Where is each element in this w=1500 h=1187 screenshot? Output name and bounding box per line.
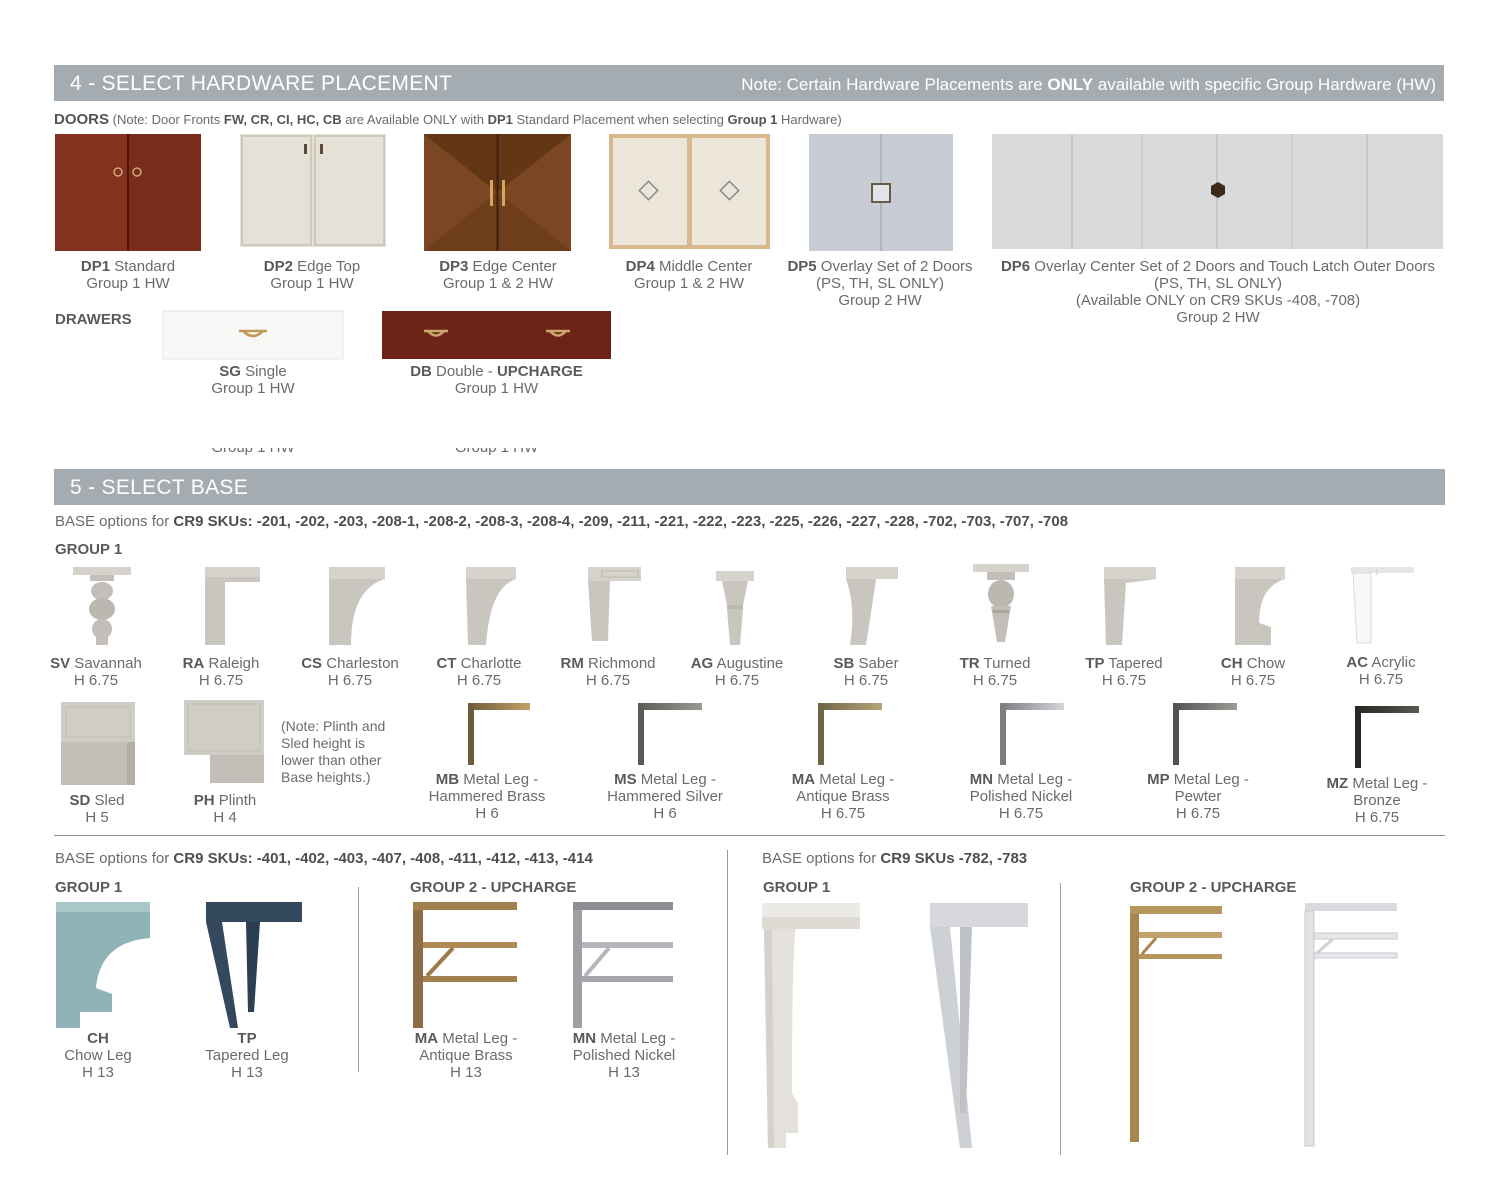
leg-label-sd: SD Sled H 5 <box>69 792 125 826</box>
doors-heading-line: DOORS (Note: Door Fronts FW, CR, CI, HC,… <box>54 111 842 128</box>
metal-leg-image-mp[interactable] <box>1173 703 1237 765</box>
base-options-3-line: BASE options for CR9 SKUs -782, -783 <box>762 850 1028 867</box>
leg-image-ct[interactable] <box>466 567 516 645</box>
leg-image-tapered-13[interactable] <box>206 902 302 1028</box>
leg-image-large-brass[interactable] <box>1130 906 1222 1142</box>
leg-label-tp: TP Tapered H 6.75 <box>1085 655 1163 689</box>
door-label-dp4: DP4 Middle Center Group 1 & 2 HW <box>625 258 753 292</box>
leg-image-ph[interactable] <box>184 700 264 783</box>
leg-image-ra[interactable] <box>205 567 260 645</box>
base3-group-divider <box>1060 883 1061 1155</box>
metal-leg-image-mb[interactable] <box>468 703 530 765</box>
leg-label-cs: CS Charleston H 6.75 <box>301 655 399 689</box>
leg-image-mn-13[interactable] <box>573 902 673 1028</box>
base-options-2-line: BASE options for CR9 SKUs: -401, -402, -… <box>55 850 593 867</box>
door-label-dp6: DP6 Overlay Center Set of 2 Doors and To… <box>1000 258 1436 326</box>
doors-note-segment: (Note: Door Fronts <box>109 112 224 127</box>
leg-image-chow-13[interactable] <box>56 902 150 1028</box>
leg-image-cs[interactable] <box>329 567 385 645</box>
leg-image-ac[interactable] <box>1351 567 1414 645</box>
base2-group2-heading: GROUP 2 - UPCHARGE <box>410 879 577 893</box>
base-section-divider <box>54 835 1445 836</box>
leg-image-sv[interactable] <box>73 567 131 645</box>
drawers-heading: DRAWERS <box>55 311 132 328</box>
base2-group-divider <box>358 887 359 1072</box>
leg-image-ma-13[interactable] <box>413 902 517 1028</box>
door-image-dp1[interactable] <box>55 134 201 251</box>
plinth-note: (Note: Plinth and Sled height is lower tha… <box>281 718 386 785</box>
base2-group2-clip: GROUP 2 - UPCHARGE <box>410 877 610 893</box>
leg-label-ph: PH Plinth H 4 <box>193 792 257 826</box>
leg-image-sd[interactable] <box>61 702 135 785</box>
leg-label-ch: CH Chow H 6.75 <box>1220 655 1286 689</box>
doors-note-segment: FW, CR, CI, HC, CB <box>223 112 342 127</box>
leg-image-tp[interactable] <box>1104 567 1156 645</box>
base1-group1-heading: GROUP 1 <box>55 541 123 558</box>
base-options-1-line: BASE options for CR9 SKUs: -201, -202, -… <box>55 513 1069 530</box>
leg-image-tr[interactable] <box>973 564 1029 642</box>
metal-leg-label-mn: MN Metal Leg - Polished Nickel H 6.75 <box>969 771 1073 822</box>
metal-leg-label-mz: MZ Metal Leg - Bronze H 6.75 <box>1326 775 1428 826</box>
doors-note-segment: Standard Placement when selecting <box>512 112 728 127</box>
leg-image-large-chow[interactable] <box>762 903 860 1148</box>
leg-image-rm[interactable] <box>588 567 641 641</box>
doors-note-segment: DP1 <box>487 112 513 127</box>
leg-image-large-nickel[interactable] <box>1304 903 1398 1147</box>
door-image-dp3[interactable] <box>424 134 571 251</box>
leg-label-tapered-13: TP Tapered Leg H 13 <box>205 1030 289 1081</box>
drawer-label-db: DB Double - UPCHARGE Group 1 HW <box>410 363 583 397</box>
metal-leg-label-ma: MA Metal Leg - Antique Brass H 6.75 <box>791 771 895 822</box>
leg-label-tr: TR Turned H 6.75 <box>959 655 1031 689</box>
doors-note: (Note: Door Fronts FW, CR, CI, HC, CB ar… <box>109 112 842 127</box>
doors-note-segment: Group 1 <box>727 112 778 127</box>
ghost-text-clip-2: Group 1 HW <box>382 448 611 456</box>
leg-label-sb: SB Saber H 6.75 <box>833 655 899 689</box>
leg-label-ma-13: MA Metal Leg - Antique Brass H 13 <box>414 1030 518 1081</box>
door-image-dp6[interactable] <box>992 134 1443 249</box>
base3-group2-heading: GROUP 2 - UPCHARGE <box>1130 879 1297 896</box>
section-4-title: 4 - SELECT HARDWARE PLACEMENT <box>70 72 453 95</box>
metal-leg-image-ma[interactable] <box>818 703 882 765</box>
metal-leg-image-mz[interactable] <box>1355 706 1419 768</box>
leg-label-mn-13: MN Metal Leg - Polished Nickel H 13 <box>572 1030 676 1081</box>
section-5-title: 5 - SELECT BASE <box>70 476 249 499</box>
door-label-dp1: DP1 Standard Group 1 HW <box>80 258 176 292</box>
metal-leg-image-mn[interactable] <box>1000 703 1064 765</box>
leg-image-sb[interactable] <box>846 567 898 645</box>
metal-leg-label-mb: MB Metal Leg - Hammered Brass H 6 <box>428 771 546 822</box>
doors-heading: DOORS <box>54 111 110 128</box>
drawer-label-sg: SG Single Group 1 HW <box>211 363 295 397</box>
section-4-header: 4 - SELECT HARDWARE PLACEMENT Note: Cert… <box>54 65 1444 101</box>
leg-label-ac: AC Acrylic H 6.75 <box>1346 654 1416 688</box>
leg-image-large-tapered[interactable] <box>930 903 1028 1148</box>
leg-label-ra: RA Raleigh H 6.75 <box>182 655 260 689</box>
door-image-dp4[interactable] <box>609 134 770 249</box>
door-label-dp3: DP3 Edge Center Group 1 & 2 HW <box>439 258 557 292</box>
base2-group1-heading: GROUP 1 <box>55 879 123 896</box>
metal-leg-label-ms: MS Metal Leg - Hammered Silver H 6 <box>607 771 723 822</box>
leg-image-ag[interactable] <box>716 571 754 645</box>
section-5-header: 5 - SELECT BASE <box>54 469 1445 505</box>
leg-label-sv: SV Savannah H 6.75 <box>50 655 142 689</box>
metal-leg-image-ms[interactable] <box>638 703 702 765</box>
door-image-dp2[interactable] <box>240 134 386 247</box>
door-label-dp2: DP2 Edge Top Group 1 HW <box>263 258 361 292</box>
doors-note-segment: are Available ONLY with <box>341 112 488 127</box>
ghost-text-clip-1: Group 1 HW <box>163 448 343 456</box>
leg-label-rm: RM Richmond H 6.75 <box>560 655 656 689</box>
metal-leg-label-mp: MP Metal Leg - Pewter H 6.75 <box>1147 771 1249 822</box>
leg-label-ag: AG Augustine H 6.75 <box>690 655 784 689</box>
leg-image-ch[interactable] <box>1235 567 1285 645</box>
leg-label-ct: CT Charlotte H 6.75 <box>436 655 522 689</box>
section-4-note: Note: Certain Hardware Placements are ON… <box>741 75 1436 94</box>
doors-note-segment: Hardware) <box>777 112 842 127</box>
drawer-image-sg[interactable] <box>162 310 344 360</box>
base3-group1-heading: GROUP 1 <box>763 879 831 896</box>
base-options-divider <box>727 850 728 1155</box>
door-label-dp5: DP5 Overlay Set of 2 Doors (PS, TH, SL ON… <box>787 258 973 309</box>
door-image-dp5[interactable] <box>809 134 953 251</box>
leg-label-chow-13: CH Chow Leg H 13 <box>64 1030 132 1081</box>
drawer-image-db[interactable] <box>382 311 611 359</box>
